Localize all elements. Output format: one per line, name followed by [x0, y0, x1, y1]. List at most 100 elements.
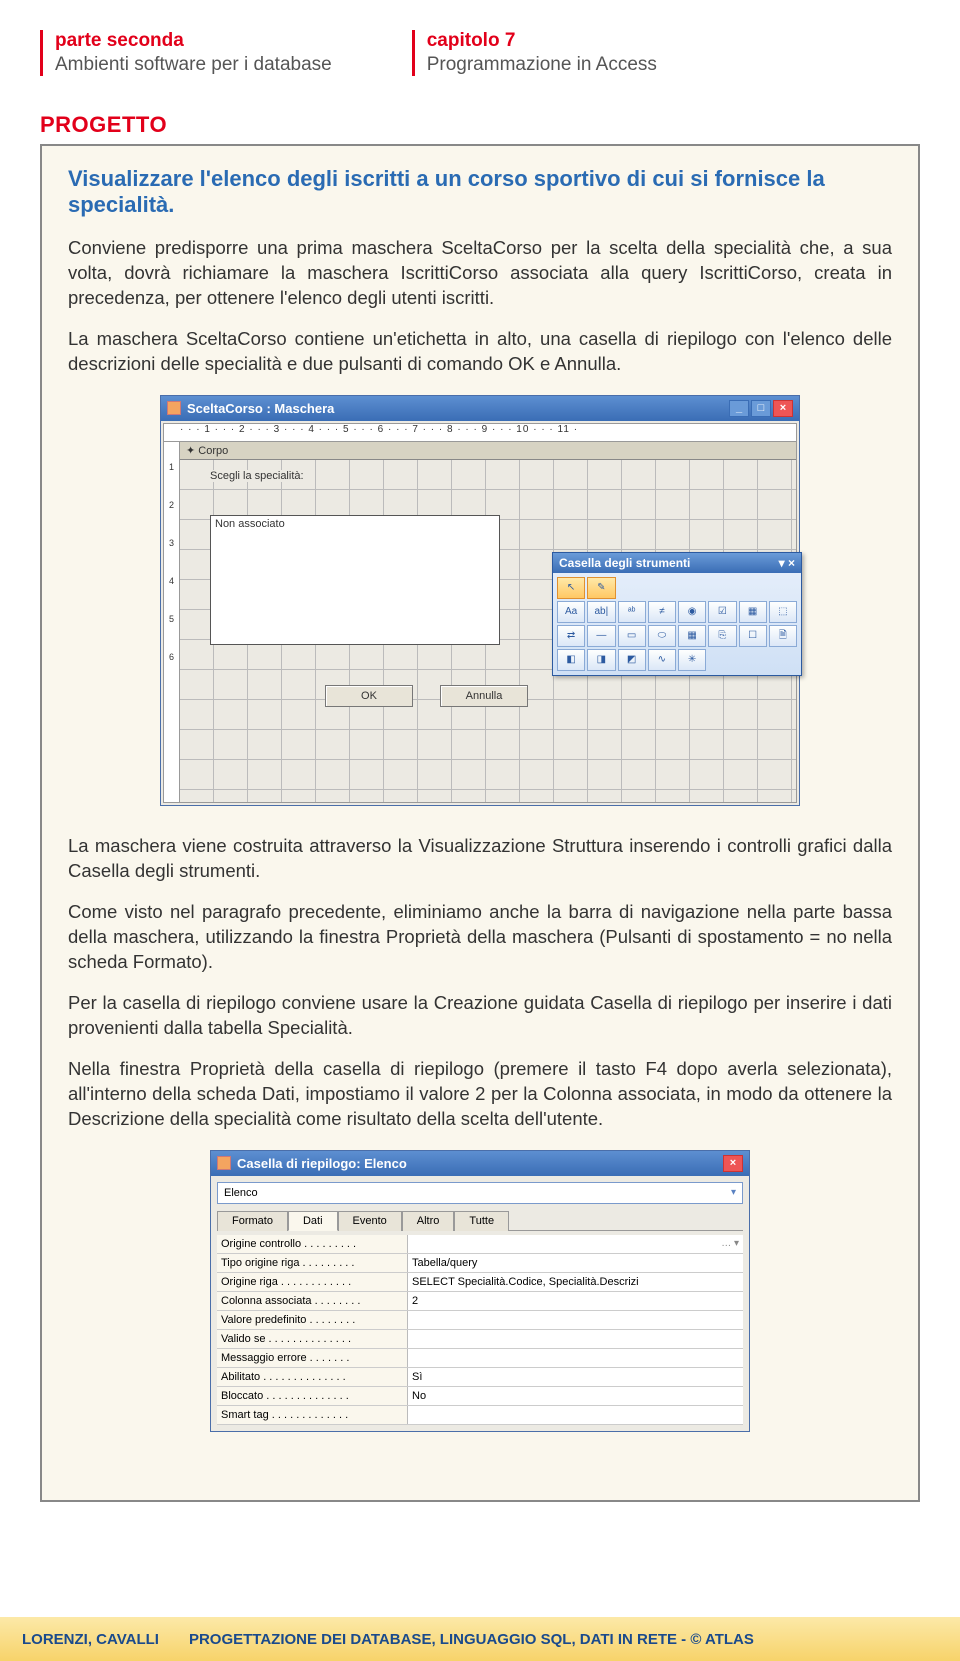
prop-value[interactable]: Tabella/query: [407, 1254, 743, 1272]
prop-value[interactable]: … ▾: [407, 1235, 743, 1253]
tool-textbox-icon[interactable]: ab|: [587, 601, 615, 623]
prop-row: Origine riga . . . . . . . . . . . . SEL…: [217, 1273, 743, 1292]
prop-label: Tipo origine riga . . . . . . . . .: [217, 1257, 407, 1269]
tool-more4-icon[interactable]: ✳: [678, 649, 706, 671]
header-col-left: parte seconda Ambienti software per i da…: [40, 30, 332, 76]
ruler-horizontal: · · · 1 · · · 2 · · · 3 · · · 4 · · · 5 …: [164, 424, 796, 442]
header-col-right: capitolo 7 Programmazione in Access: [412, 30, 657, 76]
tool-unbound-icon[interactable]: ▭: [618, 625, 646, 647]
prop-label: Smart tag . . . . . . . . . . . . .: [217, 1409, 407, 1421]
paragraph-2: La maschera SceltaCorso contiene un'etic…: [68, 327, 892, 377]
design-grid[interactable]: Scegli la specialità: Non associato OK A…: [180, 460, 796, 802]
prop-label: Bloccato . . . . . . . . . . . . . .: [217, 1390, 407, 1402]
content-box: Visualizzare l'elenco degli iscritti a u…: [40, 144, 920, 1502]
toolbox-titlebar: Casella degli strumenti ▾ ×: [553, 553, 801, 573]
tool-bound-icon[interactable]: ⬭: [648, 625, 676, 647]
body-text-1: Conviene predisporre una prima maschera …: [68, 236, 892, 377]
window-titlebar: SceltaCorso : Maschera _ □ ×: [161, 396, 799, 421]
prop-row: Messaggio errore . . . . . . .: [217, 1349, 743, 1368]
tab-dati[interactable]: Dati: [288, 1211, 338, 1231]
window-title: SceltaCorso : Maschera: [187, 401, 334, 416]
tool-toggle-icon[interactable]: ≠: [648, 601, 676, 623]
body-text-2: La maschera viene costruita attraverso l…: [68, 834, 892, 1132]
part-label: parte seconda: [55, 30, 332, 52]
label-scegli-specialita[interactable]: Scegli la specialità:: [210, 470, 304, 482]
tool-label-icon[interactable]: Aa: [557, 601, 585, 623]
tool-listbox-icon[interactable]: ⬚: [769, 601, 797, 623]
tool-pagebreak-icon[interactable]: ▦: [678, 625, 706, 647]
prop-row: Colonna associata . . . . . . . . 2: [217, 1292, 743, 1311]
toolbox-close-icon[interactable]: ▾ ×: [779, 556, 795, 570]
props-title: Casella di riepilogo: Elenco: [237, 1156, 407, 1171]
tool-button-icon[interactable]: ⇄: [557, 625, 585, 647]
page-header: parte seconda Ambienti software per i da…: [40, 30, 920, 76]
prop-value[interactable]: No: [407, 1387, 743, 1405]
scelta-corso-window: SceltaCorso : Maschera _ □ × · · · 1 · ·…: [160, 395, 800, 806]
annulla-button[interactable]: Annulla: [440, 685, 528, 707]
prop-row: Valido se . . . . . . . . . . . . . .: [217, 1330, 743, 1349]
tool-combobox-icon[interactable]: ▦: [739, 601, 767, 623]
tool-line-icon[interactable]: 🗎: [769, 625, 797, 647]
prop-value[interactable]: [407, 1311, 743, 1329]
tool-more2-icon[interactable]: ◩: [618, 649, 646, 671]
project-label: PROGETTO: [40, 112, 920, 138]
props-icon: [217, 1156, 231, 1170]
prop-value[interactable]: 2: [407, 1292, 743, 1310]
maximize-button[interactable]: □: [751, 400, 771, 417]
tool-pointer-icon[interactable]: ↖: [557, 577, 585, 599]
prop-label: Origine controllo . . . . . . . . .: [217, 1238, 407, 1250]
props-close-button[interactable]: ×: [723, 1155, 743, 1172]
tab-altro[interactable]: Altro: [402, 1211, 455, 1231]
prop-label: Colonna associata . . . . . . . .: [217, 1295, 407, 1307]
props-list: Origine controllo . . . . . . . . . … ▾ …: [217, 1235, 743, 1425]
tab-tutte[interactable]: Tutte: [454, 1211, 509, 1231]
prop-value[interactable]: [407, 1330, 743, 1348]
prop-row: Tipo origine riga . . . . . . . . . Tabe…: [217, 1254, 743, 1273]
paragraph-5: Per la casella di riepilogo conviene usa…: [68, 991, 892, 1041]
toolbox-grid: ↖ ✎ Aa ab| ᵃᵇ ≠ ◉ ☑ ▦ ⬚: [553, 573, 801, 675]
chapter-sub: Programmazione in Access: [427, 54, 657, 76]
footer-authors: LORENZI, CAVALLI: [22, 1631, 159, 1648]
prop-label: Valore predefinito . . . . . . . .: [217, 1314, 407, 1326]
tool-subform-icon[interactable]: ☐: [739, 625, 767, 647]
form-design-body: · · · 1 · · · 2 · · · 3 · · · 4 · · · 5 …: [163, 423, 797, 803]
tool-more1-icon[interactable]: ◨: [587, 649, 615, 671]
chevron-down-icon: ▾: [731, 1187, 736, 1198]
minimize-button[interactable]: _: [729, 400, 749, 417]
prop-label: Abilitato . . . . . . . . . . . . . .: [217, 1371, 407, 1383]
tool-group-icon[interactable]: ᵃᵇ: [618, 601, 646, 623]
tool-more3-icon[interactable]: ∿: [648, 649, 676, 671]
tool-image-icon[interactable]: —: [587, 625, 615, 647]
paragraph-6: Nella finestra Proprietà della casella d…: [68, 1057, 892, 1132]
prop-label: Messaggio errore . . . . . . .: [217, 1352, 407, 1364]
prop-row: Abilitato . . . . . . . . . . . . . . Sì: [217, 1368, 743, 1387]
prop-row: Origine controllo . . . . . . . . . … ▾: [217, 1235, 743, 1254]
ok-button[interactable]: OK: [325, 685, 413, 707]
prop-value[interactable]: Sì: [407, 1368, 743, 1386]
tab-formato[interactable]: Formato: [217, 1211, 288, 1231]
tool-checkbox-icon[interactable]: ☑: [708, 601, 736, 623]
tool-option-icon[interactable]: ◉: [678, 601, 706, 623]
close-button[interactable]: ×: [773, 400, 793, 417]
prop-label: Valido se . . . . . . . . . . . . . .: [217, 1333, 407, 1345]
listbox-elenco[interactable]: Non associato: [210, 515, 500, 645]
tab-evento[interactable]: Evento: [338, 1211, 402, 1231]
props-object-selector[interactable]: Elenco ▾: [217, 1182, 743, 1204]
section-bar-corpo[interactable]: ✦ Corpo: [180, 442, 796, 460]
tool-rect-icon[interactable]: ◧: [557, 649, 585, 671]
prop-value[interactable]: [407, 1349, 743, 1367]
props-tabs: Formato Dati Evento Altro Tutte: [217, 1210, 743, 1231]
tool-wizard-icon[interactable]: ✎: [587, 577, 615, 599]
prop-value[interactable]: SELECT Specialità.Codice, Specialità.Des…: [407, 1273, 743, 1291]
toolbox-panel[interactable]: Casella degli strumenti ▾ × ↖ ✎ Aa ab| ᵃ…: [552, 552, 802, 676]
tool-tab-icon[interactable]: ⎘: [708, 625, 736, 647]
form-icon: [167, 401, 181, 415]
prop-row: Valore predefinito . . . . . . . .: [217, 1311, 743, 1330]
prop-row: Smart tag . . . . . . . . . . . . .: [217, 1406, 743, 1425]
intro-heading: Visualizzare l'elenco degli iscritti a u…: [68, 166, 892, 218]
paragraph-3: La maschera viene costruita attraverso l…: [68, 834, 892, 884]
prop-label: Origine riga . . . . . . . . . . . .: [217, 1276, 407, 1288]
paragraph-1: Conviene predisporre una prima maschera …: [68, 236, 892, 311]
props-body: Elenco ▾ Formato Dati Evento Altro Tutte…: [211, 1176, 749, 1431]
prop-value[interactable]: [407, 1406, 743, 1424]
